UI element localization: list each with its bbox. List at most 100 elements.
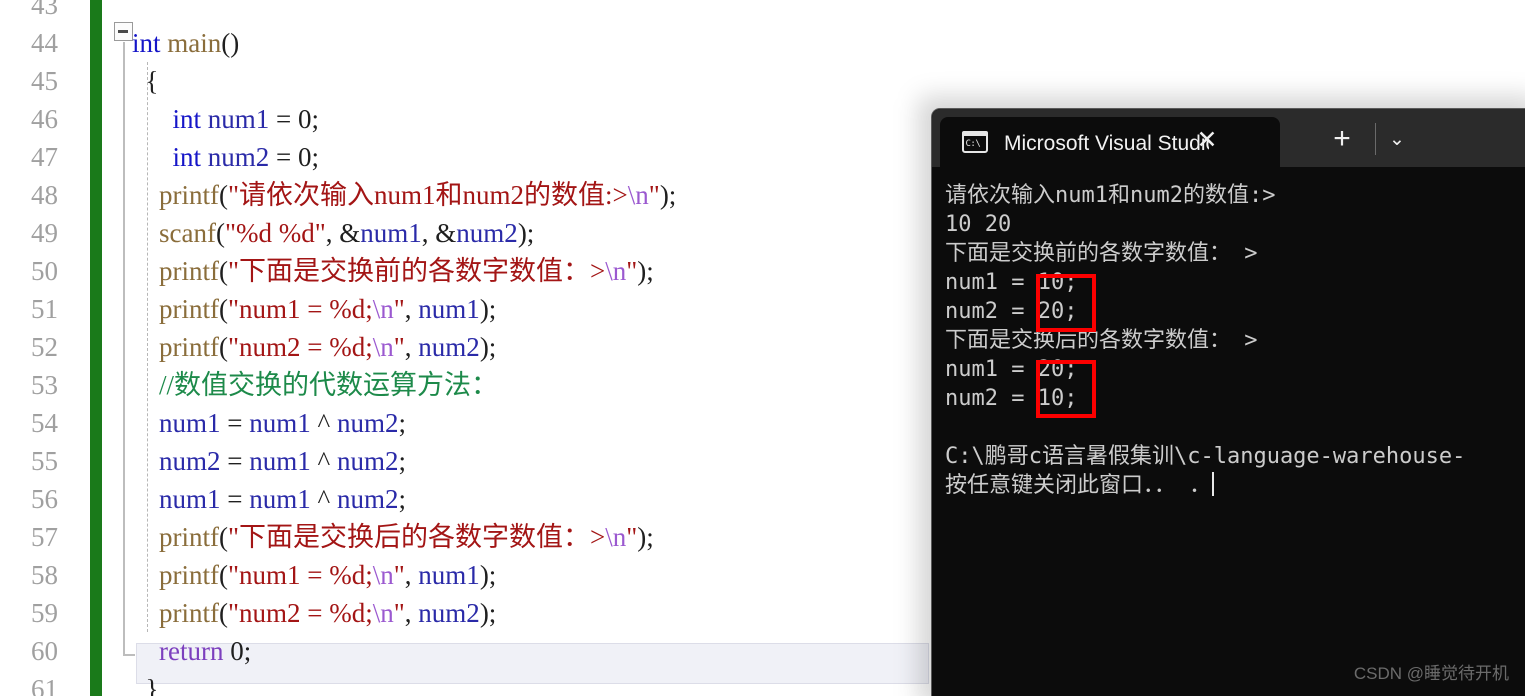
line-number: 47 (31, 142, 58, 172)
code-line[interactable]: num2 = num1 ^ num2; (132, 442, 406, 480)
console-output-line: num2 = 10; (945, 386, 1078, 411)
code-token: ; (311, 104, 320, 134)
csdn-watermark: CSDN @睡觉待开机 (1353, 664, 1509, 683)
code-line[interactable]: printf("num1 = %d;\n", num1); (132, 290, 496, 328)
console-tab[interactable]: Microsoft Visual Studio 调试控 (940, 117, 1280, 167)
code-token: num1 (159, 408, 221, 438)
code-line[interactable]: { (132, 62, 159, 100)
code-line[interactable]: int num2 = 0; (132, 138, 320, 176)
code-token: " (393, 560, 405, 590)
code-token: num2 (418, 332, 480, 362)
new-tab-icon[interactable]: + (1324, 122, 1360, 158)
code-token: int (132, 104, 208, 134)
code-line[interactable]: } (132, 670, 159, 696)
code-line[interactable]: printf("下面是交换后的各数字数值：>\n"); (132, 518, 654, 556)
code-line[interactable]: return 0; (132, 632, 251, 670)
code-token: "num1 = %d; (228, 294, 373, 324)
console-window[interactable]: Microsoft Visual Studio 调试控 ✕ + ⌄ 请依次输入n… (931, 108, 1525, 696)
code-token: num1 (249, 446, 311, 476)
code-token: = (220, 484, 250, 514)
fold-margin[interactable] (102, 0, 132, 696)
code-token: printf (159, 332, 219, 362)
code-line[interactable]: printf("num2 = %d;\n", num2); (132, 594, 496, 632)
text-cursor (1212, 472, 1215, 496)
code-line[interactable]: int main() (132, 24, 239, 62)
close-icon[interactable]: ✕ (1190, 123, 1224, 157)
collapse-region-icon[interactable] (114, 22, 133, 41)
code-token: ( (219, 522, 228, 552)
code-token: \n (605, 522, 627, 552)
screenshot-root: 43 44 45 46 47 48 49 50 51 52 53 54 55 56 57 58 59 60 61 i… (0, 0, 1525, 696)
code-token: ); (479, 332, 497, 362)
code-token: num2 (336, 408, 399, 438)
line-number: 43 (31, 0, 58, 20)
code-text-area[interactable]: int main() { int num1 = 0; int num2 = 0;… (132, 0, 932, 696)
code-token: printf (159, 560, 219, 590)
code-token: printf (159, 294, 219, 324)
console-title-bar[interactable]: Microsoft Visual Studio 调试控 ✕ + ⌄ (932, 109, 1525, 167)
code-token: scanf (159, 218, 216, 248)
code-token: ( (215, 218, 225, 248)
code-line[interactable]: scanf("%d %d", &num1, &num2); (132, 214, 534, 252)
code-token: \n (372, 560, 394, 590)
code-token: ); (479, 560, 497, 590)
code-token: num2 (207, 142, 270, 172)
code-line[interactable]: printf("请依次输入num1和num2的数值:>\n"); (132, 176, 676, 214)
code-token: " (393, 294, 405, 324)
line-number: 45 (31, 66, 58, 96)
code-line[interactable]: num1 = num1 ^ num2; (132, 404, 406, 442)
line-number: 54 (31, 408, 58, 438)
line-number: 61 (31, 674, 58, 696)
code-token: int (132, 28, 168, 58)
code-token: ( (219, 560, 228, 590)
line-number: 56 (31, 484, 58, 514)
code-token: num2 (336, 484, 399, 514)
code-token: return (159, 636, 231, 666)
code-token: "%d %d" (224, 218, 326, 248)
code-line[interactable]: printf("num2 = %d;\n", num2); (132, 328, 496, 366)
code-token: \n (627, 180, 649, 210)
code-line[interactable]: int num1 = 0; (132, 100, 320, 138)
code-token: " (626, 256, 638, 286)
code-token: ; (311, 142, 320, 172)
code-line[interactable]: //数值交换的代数运算方法： (132, 366, 498, 404)
line-number: 60 (31, 636, 58, 666)
fold-region-line (123, 42, 125, 656)
line-number: 48 (31, 180, 58, 210)
code-token: "num2 = %d; (228, 598, 373, 628)
code-token: \n (372, 332, 394, 362)
code-token: int (132, 142, 208, 172)
chevron-down-icon[interactable]: ⌄ (1372, 122, 1422, 158)
code-token: ^ (310, 484, 337, 514)
line-number: 57 (31, 522, 58, 552)
code-token: () (221, 28, 240, 58)
console-output-line: 10 20 (945, 212, 1012, 237)
console-output-line: num1 = 20; (945, 357, 1078, 382)
code-token: "num2 = %d; (228, 332, 373, 362)
code-token: ( (219, 256, 228, 286)
code-token: ( (219, 332, 228, 362)
code-token: "请依次输入num1和num2的数值:> (228, 180, 628, 210)
code-token: main (167, 28, 222, 58)
code-line[interactable]: printf("下面是交换前的各数字数值：>\n"); (132, 252, 654, 290)
code-line[interactable]: printf("num1 = %d;\n", num1); (132, 556, 496, 594)
code-line[interactable]: num1 = num1 ^ num2; (132, 480, 406, 518)
code-token: num1 (360, 218, 422, 248)
line-number: 46 (31, 104, 58, 134)
console-output-line: 请依次输入num1和num2的数值:> (945, 183, 1276, 208)
console-output-area[interactable]: 请依次输入num1和num2的数值:> 10 20 下面是交换前的各数字数值： > n… (932, 167, 1525, 696)
line-number: 58 (31, 560, 58, 590)
line-number: 59 (31, 598, 58, 628)
console-output-line: C:\鹏哥c语言暑假集训\c-language-warehouse- (945, 444, 1466, 469)
